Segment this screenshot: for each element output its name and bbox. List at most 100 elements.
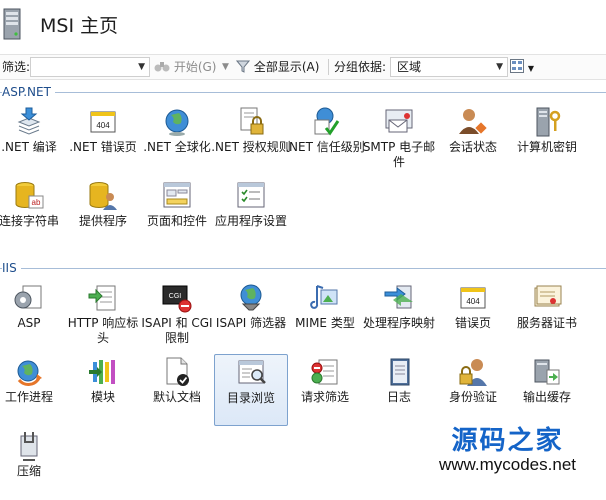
compress-icon [20,432,38,461]
feature-label: 压缩 [16,464,41,478]
view-mode-button[interactable]: ▼ [510,55,536,79]
feature-net-globalization[interactable]: .NET 全球化 [140,104,214,176]
auth-icon [459,359,487,386]
feature-http-response-headers[interactable]: HTTP 响应标头 [66,280,140,352]
feature-net-trust-levels[interactable]: .NET 信任级别 [285,104,365,176]
feature-net-compile[interactable]: .NET 编译 [0,104,66,176]
watermark-url: www.mycodes.net [439,455,576,474]
app-settings-icon [237,182,265,208]
feature-net-authorization-rules[interactable]: .NET 授权规则 [211,104,291,176]
feature-label: .NET 信任级别 [285,140,365,154]
feature-compression[interactable]: 压缩 [0,428,66,500]
feature-asp[interactable]: ASP [0,280,66,352]
dir-browse-icon [238,360,266,384]
feature-label: 身份验证 [448,390,497,404]
group-header-iis[interactable]: IIS [0,260,606,276]
feature-modules[interactable]: 模块 [66,354,140,426]
start-label: 开始(G) [173,60,217,74]
feature-authentication[interactable]: 身份验证 [436,354,510,426]
feature-error-pages[interactable]: 404 错误页 [436,280,510,352]
feature-logging[interactable]: 日志 [362,354,436,426]
net-compile-icon [17,107,41,135]
worker-process-icon [17,360,42,386]
feature-providers[interactable]: 提供程序 [66,178,140,250]
feature-label: ISAPI 和 CGI 限制 [141,316,213,345]
svg-text:ab: ab [32,198,41,207]
feature-label: .NET 全球化 [143,140,211,154]
page-header: MSI 主页 [0,0,606,48]
trust-check-icon [314,107,340,136]
feature-worker-processes[interactable]: 工作进程 [0,354,66,426]
error-404-icon: 404 [460,287,486,309]
feature-connection-strings[interactable]: ab 连接字符串 [0,178,66,250]
feature-session-state[interactable]: 会话状态 [436,104,510,176]
start-button[interactable]: 开始(G) [154,55,218,79]
feature-request-filtering[interactable]: 请求筛选 [288,354,362,426]
feature-smtp-email[interactable]: SMTP 电子邮件 [362,104,436,176]
feature-label: 页面和控件 [146,214,207,228]
feature-label: 错误页 [454,316,491,330]
feature-isapi-filters[interactable]: ISAPI 筛选器 [214,280,288,352]
http-headers-icon [88,285,116,311]
watermark: 源码之家 www.mycodes.net [439,420,576,475]
page-controls-icon [163,182,191,208]
show-all-label: 全部显示(A) [253,60,320,74]
filter-input[interactable]: ▼ [30,57,150,77]
start-dropdown-arrow-icon[interactable]: ▼ [222,55,229,79]
feature-handler-mappings[interactable]: 处理程序映射 [362,280,436,352]
feature-directory-browsing[interactable]: 目录浏览 [214,354,288,426]
lock-rules-icon [240,107,264,135]
isapi-filter-icon [240,284,262,311]
feature-label: SMTP 电子邮件 [362,140,436,169]
feature-label: 请求筛选 [300,390,349,404]
svg-text:404: 404 [96,121,110,130]
feature-label: ISAPI 筛选器 [215,316,287,330]
feature-label: HTTP 响应标头 [67,316,139,345]
feature-label: 目录浏览 [226,391,275,405]
feature-net-error-pages[interactable]: 404 .NET 错误页 [66,104,140,176]
database-ab-icon: ab [15,182,44,209]
feature-server-certificates[interactable]: 服务器证书 [510,280,584,352]
globe-icon [165,109,189,136]
show-all-icon [235,60,251,73]
feature-label: 服务器证书 [516,316,577,330]
feature-app-settings[interactable]: 应用程序设置 [214,178,288,250]
view-mode-icon [510,59,524,73]
group-by-label: 分组依据: [334,60,387,74]
show-all-button[interactable]: 全部显示(A) [235,55,322,79]
feature-label: ASP [17,316,41,330]
logging-icon [390,358,410,386]
filter-toolbar: 筛选: ▼ 开始(G) ▼ 全部显示(A) 分组依据: 区域 ▼ ▼ [0,54,606,80]
group-by-value: 区域 [397,60,422,74]
view-mode-chevron-icon: ▼ [527,64,534,73]
chevron-down-icon: ▼ [496,62,503,72]
machine-key-icon [536,107,561,137]
email-icon [385,109,413,133]
certificate-icon [534,285,562,307]
feature-machine-key[interactable]: 计算机密钥 [510,104,584,176]
asp-icon [14,285,42,309]
group-header-aspnet[interactable]: ASP.NET [0,84,606,100]
feature-label: .NET 授权规则 [211,140,291,154]
feature-pages-and-controls[interactable]: 页面和控件 [140,178,214,250]
group-by-select[interactable]: 区域 ▼ [390,57,508,77]
feature-mime-types[interactable]: MIME 类型 [288,280,362,352]
session-users-icon [459,109,487,134]
group-divider [0,268,606,269]
mime-icon [310,285,338,309]
binoculars-icon [154,62,170,72]
svg-text:404: 404 [466,297,480,306]
feature-isapi-cgi-restrictions[interactable]: CGI ISAPI 和 CGI 限制 [140,280,214,352]
feature-label: 工作进程 [4,390,53,404]
provider-users-icon [89,182,117,210]
handler-map-icon [384,285,413,309]
watermark-title: 源码之家 [451,426,564,456]
feature-label: .NET 错误页 [69,140,137,154]
feature-output-caching[interactable]: 输出缓存 [510,354,584,426]
chevron-down-icon: ▼ [138,62,145,72]
feature-label: 输出缓存 [522,390,571,404]
page-title: MSI 主页 [40,15,119,37]
svg-text:CGI: CGI [169,293,182,300]
feature-label: 应用程序设置 [214,214,287,228]
feature-default-document[interactable]: 默认文档 [140,354,214,426]
